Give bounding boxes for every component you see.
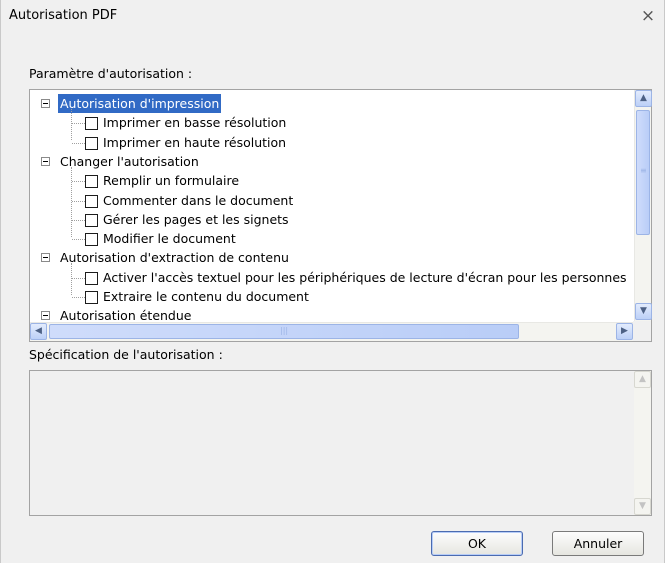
permission-item-label: Commenter dans le document — [103, 192, 294, 208]
permission-checkbox[interactable] — [85, 194, 98, 208]
permission-specification-label: Spécification de l'autorisation : — [29, 347, 223, 362]
tree-group-label[interactable]: Autorisation étendue — [60, 306, 191, 322]
tree-vertical-scrollbar[interactable]: ▲ ≡ ▼ — [634, 90, 652, 322]
tree-group-label[interactable]: Autorisation d'extraction de contenu — [60, 248, 289, 267]
arrow-up-icon[interactable]: ▲ — [635, 90, 652, 107]
close-icon[interactable]: × — [638, 6, 658, 26]
minus-box-icon[interactable] — [41, 311, 50, 321]
arrow-right-icon[interactable]: ▶ — [616, 323, 633, 340]
scroll-corner — [633, 321, 651, 341]
horizontal-scroll-thumb[interactable]: ||| — [49, 324, 519, 339]
permission-checkbox[interactable] — [85, 136, 98, 150]
vertical-scroll-thumb[interactable]: ≡ — [636, 110, 650, 235]
tree-connector — [72, 123, 85, 125]
tree-connector — [72, 181, 85, 183]
arrow-down-icon[interactable]: ▼ — [635, 303, 652, 320]
permission-settings-label: Paramètre d'autorisation : — [29, 66, 193, 81]
tree-connector — [72, 277, 85, 279]
tree-group-label[interactable]: Changer l'autorisation — [60, 152, 199, 171]
tree-horizontal-scrollbar[interactable]: ◀ ||| ▶ — [30, 322, 634, 341]
permission-checkbox[interactable] — [85, 213, 98, 227]
minus-box-icon[interactable] — [41, 99, 50, 108]
permission-tree[interactable]: Autorisation d'impression Imprimer en bas… — [29, 89, 652, 342]
permission-item-label: Gérer les pages et les signets — [103, 211, 289, 227]
tree-connector — [72, 297, 85, 298]
tree-connector — [71, 109, 72, 141]
specification-scrollbar[interactable]: ▲ ▼ — [634, 371, 651, 515]
arrow-down-icon[interactable]: ▼ — [634, 498, 651, 515]
permission-item-label: Imprimer en basse résolution — [103, 115, 287, 131]
tree-viewport: Autorisation d'impression Imprimer en bas… — [31, 91, 634, 322]
pdf-permission-dialog: Autorisation PDF × Paramètre d'autorisat… — [0, 0, 665, 563]
permission-item-label: Extraire le contenu du document — [103, 289, 309, 304]
minus-box-icon[interactable] — [41, 156, 50, 166]
ok-button[interactable]: OK — [431, 531, 523, 556]
permission-checkbox[interactable] — [85, 175, 98, 189]
tree-connector — [72, 200, 85, 202]
title-bar[interactable]: Autorisation PDF × — [1, 0, 664, 32]
arrow-up-icon[interactable]: ▲ — [634, 371, 651, 388]
permission-item-label: Imprimer en haute résolution — [103, 134, 287, 150]
tree-group-label[interactable]: Autorisation d'impression — [58, 94, 222, 113]
arrow-left-icon[interactable]: ◀ — [30, 323, 47, 340]
permission-checkbox[interactable] — [85, 271, 98, 285]
minus-box-icon[interactable] — [41, 253, 50, 263]
window-title: Autorisation PDF — [9, 8, 118, 23]
tree-connector — [72, 219, 85, 221]
permission-checkbox[interactable] — [85, 291, 98, 304]
permission-checkbox[interactable] — [85, 117, 98, 131]
tree-connector — [72, 142, 85, 144]
tree-connector — [71, 166, 72, 237]
cancel-button[interactable]: Annuler — [552, 531, 644, 556]
permission-item-label: Activer l'accès textuel pour les périphé… — [103, 269, 627, 285]
tree-connector — [72, 239, 85, 241]
permission-item-label: Modifier le document — [103, 231, 236, 247]
permission-checkbox[interactable] — [85, 233, 98, 247]
permission-item-label: Remplir un formulaire — [103, 173, 240, 189]
specification-text-area[interactable]: ▲ ▼ — [29, 370, 652, 516]
tree-connector — [71, 263, 72, 295]
